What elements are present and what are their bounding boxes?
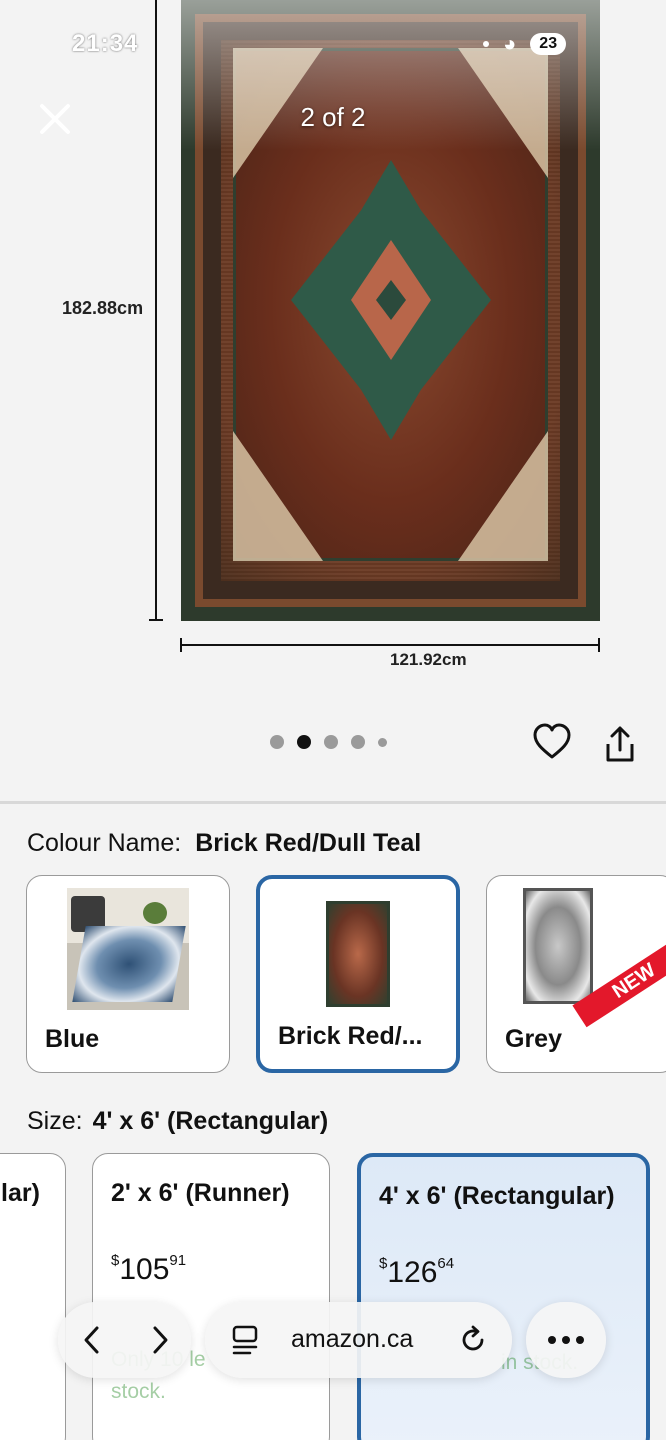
reload-icon [462,1325,484,1351]
brick-red-rug-thumbnail [326,901,390,1007]
size-heading: Size: 4' x 6' (Rectangular) [27,1107,328,1136]
wishlist-button[interactable] [532,722,572,762]
height-dimension-label: 182.88cm [62,298,144,318]
pagination-dot[interactable] [378,737,387,747]
share-icon [606,726,634,762]
browser-nav-pill [58,1302,191,1378]
section-divider [0,801,666,804]
selected-colour: Brick Red/Dull Teal [195,829,422,857]
grey-rug-thumbnail [523,888,594,1004]
heart-icon [533,723,571,759]
reader-mode-button[interactable] [227,1322,263,1358]
pagination-dots[interactable] [270,735,387,749]
size-option-runner[interactable]: 2' x 6' (Runner) $10591 Only 10 lestock. [92,1153,330,1440]
reload-button[interactable] [453,1320,493,1360]
url-text: amazon.ca [291,1325,414,1353]
size-option-partial[interactable]: lar) [0,1153,66,1440]
size-option-price: $10591 [111,1252,187,1286]
colour-option-grey[interactable]: NEW Grey [486,875,666,1073]
colour-option-label: Grey [505,1025,562,1053]
size-option-title: 2' x 6' (Runner) [111,1179,290,1207]
size-option-title: 4' x 6' (Rectangular) [379,1182,615,1210]
share-button[interactable] [602,724,638,764]
colour-option-blue[interactable]: Blue [26,875,230,1073]
colour-option-label: Blue [45,1025,100,1053]
more-options-button[interactable] [546,1322,586,1358]
ellipsis-icon [548,1336,584,1344]
more-options-pill [526,1302,606,1378]
colour-option-brick-red[interactable]: Brick Red/... [256,875,460,1073]
selected-size: 4' x 6' (Rectangular) [92,1107,329,1135]
chevron-left-icon [84,1326,99,1354]
battery-indicator: 23 [530,33,567,55]
height-dimension-line [155,0,157,621]
image-counter: 2 of 2 [300,102,366,132]
colour-label-text: Colour Name: [27,829,182,857]
back-button[interactable] [72,1320,112,1360]
forward-button[interactable] [140,1320,180,1360]
size-option-title: lar) [1,1179,40,1207]
address-bar[interactable]: amazon.ca [205,1302,512,1378]
width-dimension-line [181,644,600,646]
pagination-dot[interactable] [270,735,284,749]
status-time: 21:34 [72,30,139,57]
pagination-dot-active[interactable] [297,735,311,749]
size-label-text: Size: [27,1107,83,1135]
width-dimension-label: 121.92cm [390,650,467,669]
blue-rug-thumbnail [67,888,189,1010]
image-gallery[interactable]: 182.88cm 121.92cm 21:34 ◕ 23 2 of 2 [0,0,666,800]
size-option-price: $12664 [379,1255,455,1289]
pagination-dot[interactable] [324,735,338,749]
size-option-rectangular[interactable]: 4' x 6' (Rectangular) $12664 in stock. [357,1153,650,1440]
eye-comfort-icon: ◕ [503,31,517,56]
notification-dot-icon [483,41,489,47]
reader-mode-icon [232,1325,258,1355]
colour-name-heading: Colour Name: Brick Red/Dull Teal [27,829,421,858]
status-icons: ◕ 23 [483,31,567,56]
pagination-dot[interactable] [351,735,365,749]
chevron-right-icon [153,1326,168,1354]
colour-option-label: Brick Red/... [278,1022,423,1050]
